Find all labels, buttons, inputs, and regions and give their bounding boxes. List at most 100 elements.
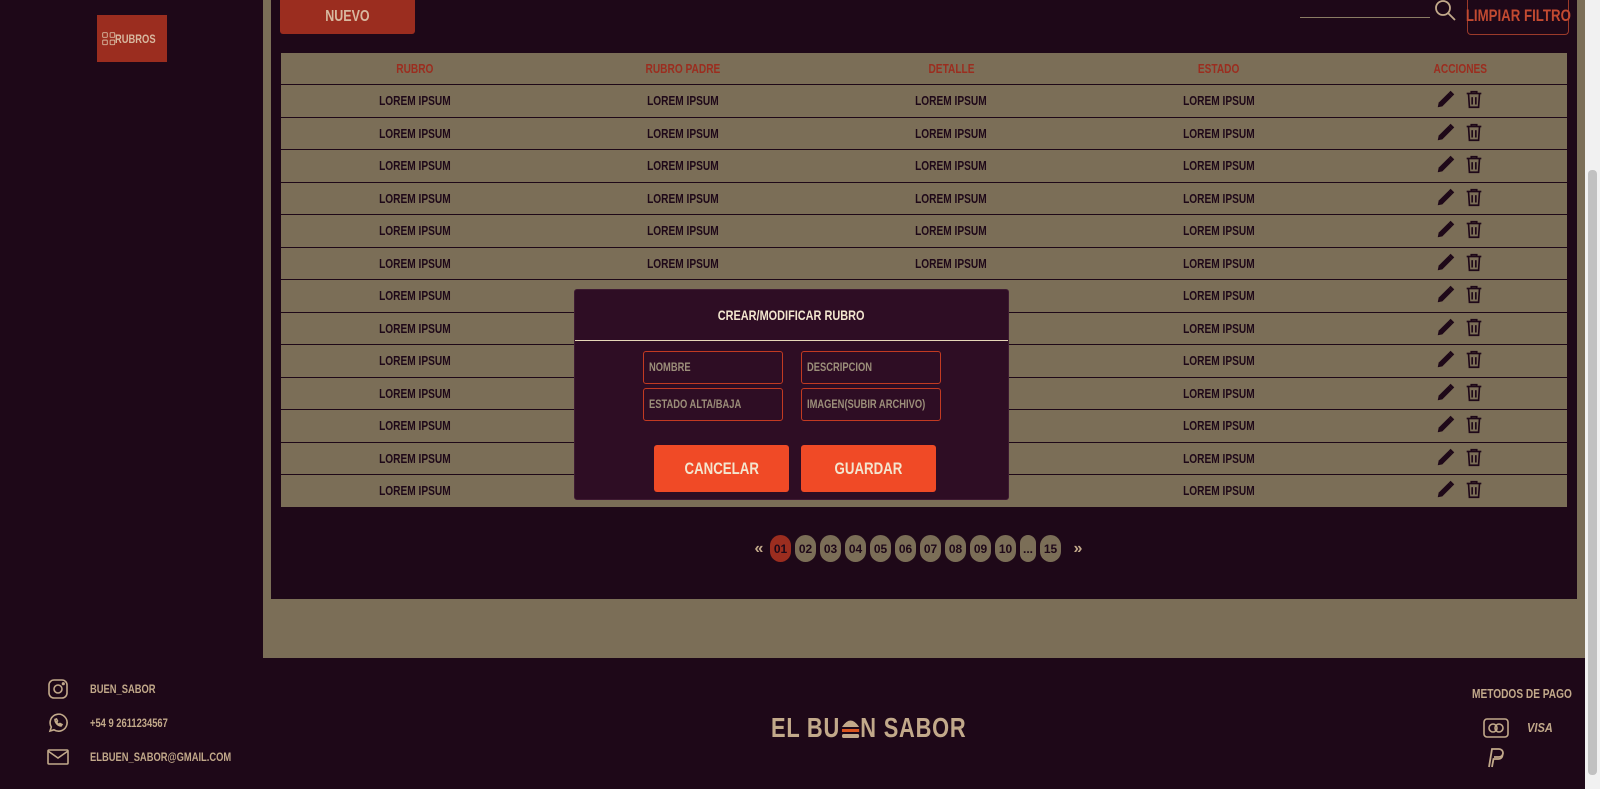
table-row: LOREM IPSUM LOREM IPSUM LOREM IPSUM LOREM I… bbox=[281, 248, 1567, 280]
table-cell: LOREM IPSUM bbox=[379, 483, 451, 499]
row-actions bbox=[1353, 218, 1567, 243]
page-button[interactable]: 10 bbox=[995, 535, 1016, 562]
edit-icon[interactable] bbox=[1435, 446, 1457, 471]
edit-icon[interactable] bbox=[1435, 348, 1457, 373]
row-actions bbox=[1353, 413, 1567, 438]
page-button[interactable]: 02 bbox=[795, 535, 816, 562]
trash-icon[interactable] bbox=[1463, 121, 1485, 146]
table-cell: LOREM IPSUM bbox=[1183, 93, 1255, 109]
instagram-handle: BUEN_SABOR bbox=[90, 682, 156, 696]
imagen-upload-field[interactable] bbox=[801, 388, 941, 421]
table-cell: LOREM IPSUM bbox=[379, 353, 451, 369]
page-button[interactable]: 05 bbox=[870, 535, 891, 562]
table-cell: LOREM IPSUM bbox=[1183, 418, 1255, 434]
page-list: 01 02 03 04 05 06 07 08 09 10... 15 bbox=[770, 535, 1061, 562]
whatsapp-number: +54 9 2611234567 bbox=[90, 716, 168, 730]
table-cell: LOREM IPSUM bbox=[379, 320, 451, 336]
edit-icon[interactable] bbox=[1435, 186, 1457, 211]
page-button[interactable]: 04 bbox=[845, 535, 866, 562]
trash-icon[interactable] bbox=[1463, 478, 1485, 503]
page-button[interactable]: 07 bbox=[920, 535, 941, 562]
next-page-button[interactable]: » bbox=[1071, 540, 1085, 558]
trash-icon[interactable] bbox=[1463, 153, 1485, 178]
mastercard-icon bbox=[1483, 718, 1509, 738]
edit-icon[interactable] bbox=[1435, 413, 1457, 438]
estado-field[interactable] bbox=[643, 388, 783, 421]
edit-icon[interactable] bbox=[1435, 478, 1457, 503]
table-cell: LOREM IPSUM bbox=[915, 125, 987, 141]
page-button[interactable]: 08 bbox=[945, 535, 966, 562]
search-icon[interactable] bbox=[1432, 0, 1458, 22]
column-header-acciones: ACCIONES bbox=[1433, 61, 1487, 76]
instagram-icon bbox=[48, 679, 68, 699]
trash-icon[interactable] bbox=[1463, 413, 1485, 438]
table-cell: LOREM IPSUM bbox=[1183, 483, 1255, 499]
page-button[interactable]: 09 bbox=[970, 535, 991, 562]
table-row: LOREM IPSUM LOREM IPSUM LOREM IPSUM LOREM I… bbox=[281, 183, 1567, 215]
row-actions bbox=[1353, 153, 1567, 178]
trash-icon[interactable] bbox=[1463, 283, 1485, 308]
sidebar-item-label: RUBROS bbox=[114, 31, 156, 46]
clear-filter-button[interactable]: LIMPIAR FILTRO bbox=[1465, 0, 1571, 35]
table-cell: LOREM IPSUM bbox=[1183, 288, 1255, 304]
page-button[interactable]: 15 bbox=[1040, 535, 1061, 562]
table-cell: LOREM IPSUM bbox=[915, 158, 987, 174]
row-actions bbox=[1353, 251, 1567, 276]
page-button[interactable]: 06 bbox=[895, 535, 916, 562]
edit-icon[interactable] bbox=[1435, 153, 1457, 178]
column-header-rubro: RUBRO bbox=[396, 61, 434, 76]
table-row: LOREM IPSUM LOREM IPSUM LOREM IPSUM LOREM I… bbox=[281, 85, 1567, 118]
table-cell: LOREM IPSUM bbox=[1183, 320, 1255, 336]
table-cell: LOREM IPSUM bbox=[1183, 125, 1255, 141]
table-cell: LOREM IPSUM bbox=[915, 93, 987, 109]
instagram-contact[interactable]: BUEN_SABOR bbox=[46, 677, 156, 701]
column-header-detalle: DETALLE bbox=[927, 61, 974, 76]
new-button[interactable]: NUEVO bbox=[280, 0, 415, 34]
burger-icon bbox=[841, 720, 859, 738]
prev-page-button[interactable]: « bbox=[752, 540, 766, 558]
column-header-estado: ESTADO bbox=[1198, 61, 1240, 76]
trash-icon[interactable] bbox=[1463, 251, 1485, 276]
table-cell: LOREM IPSUM bbox=[379, 158, 451, 174]
trash-icon[interactable] bbox=[1463, 446, 1485, 471]
row-actions bbox=[1353, 446, 1567, 471]
table-cell: LOREM IPSUM bbox=[915, 190, 987, 206]
table-cell: LOREM IPSUM bbox=[379, 255, 451, 271]
whatsapp-icon bbox=[48, 713, 68, 733]
trash-icon[interactable] bbox=[1463, 186, 1485, 211]
edit-icon[interactable] bbox=[1435, 283, 1457, 308]
table-cell: LOREM IPSUM bbox=[379, 418, 451, 434]
table-cell: LOREM IPSUM bbox=[647, 255, 719, 271]
row-actions bbox=[1353, 88, 1567, 113]
trash-icon[interactable] bbox=[1463, 316, 1485, 341]
sidebar-item-rubros[interactable]: RUBROS bbox=[97, 15, 167, 62]
edit-icon[interactable] bbox=[1435, 88, 1457, 113]
sidebar: RUBROS bbox=[0, 0, 263, 658]
edit-icon[interactable] bbox=[1435, 218, 1457, 243]
trash-icon[interactable] bbox=[1463, 381, 1485, 406]
email-contact[interactable]: ELBUEN_SABOR@GMAIL.COM bbox=[46, 745, 231, 769]
cancel-button[interactable]: CANCELAR bbox=[654, 445, 789, 492]
edit-icon[interactable] bbox=[1435, 251, 1457, 276]
trash-icon[interactable] bbox=[1463, 348, 1485, 373]
table-cell: LOREM IPSUM bbox=[1183, 385, 1255, 401]
table-cell: LOREM IPSUM bbox=[647, 158, 719, 174]
visa-logo: VISA bbox=[1527, 720, 1553, 735]
edit-icon[interactable] bbox=[1435, 316, 1457, 341]
page-button[interactable]: ... bbox=[1020, 535, 1036, 562]
table-cell: LOREM IPSUM bbox=[647, 125, 719, 141]
whatsapp-contact[interactable]: +54 9 2611234567 bbox=[46, 711, 168, 735]
nombre-field[interactable] bbox=[643, 351, 783, 384]
page-button[interactable]: 01 bbox=[770, 535, 791, 562]
scrollbar-thumb[interactable] bbox=[1588, 170, 1597, 775]
descripcion-field[interactable] bbox=[801, 351, 941, 384]
trash-icon[interactable] bbox=[1463, 218, 1485, 243]
save-button[interactable]: GUARDAR bbox=[801, 445, 936, 492]
table-cell: LOREM IPSUM bbox=[915, 223, 987, 239]
edit-icon[interactable] bbox=[1435, 381, 1457, 406]
trash-icon[interactable] bbox=[1463, 88, 1485, 113]
scrollbar[interactable] bbox=[1585, 0, 1600, 789]
page-button[interactable]: 03 bbox=[820, 535, 841, 562]
search-input[interactable] bbox=[1300, 17, 1430, 18]
edit-icon[interactable] bbox=[1435, 121, 1457, 146]
